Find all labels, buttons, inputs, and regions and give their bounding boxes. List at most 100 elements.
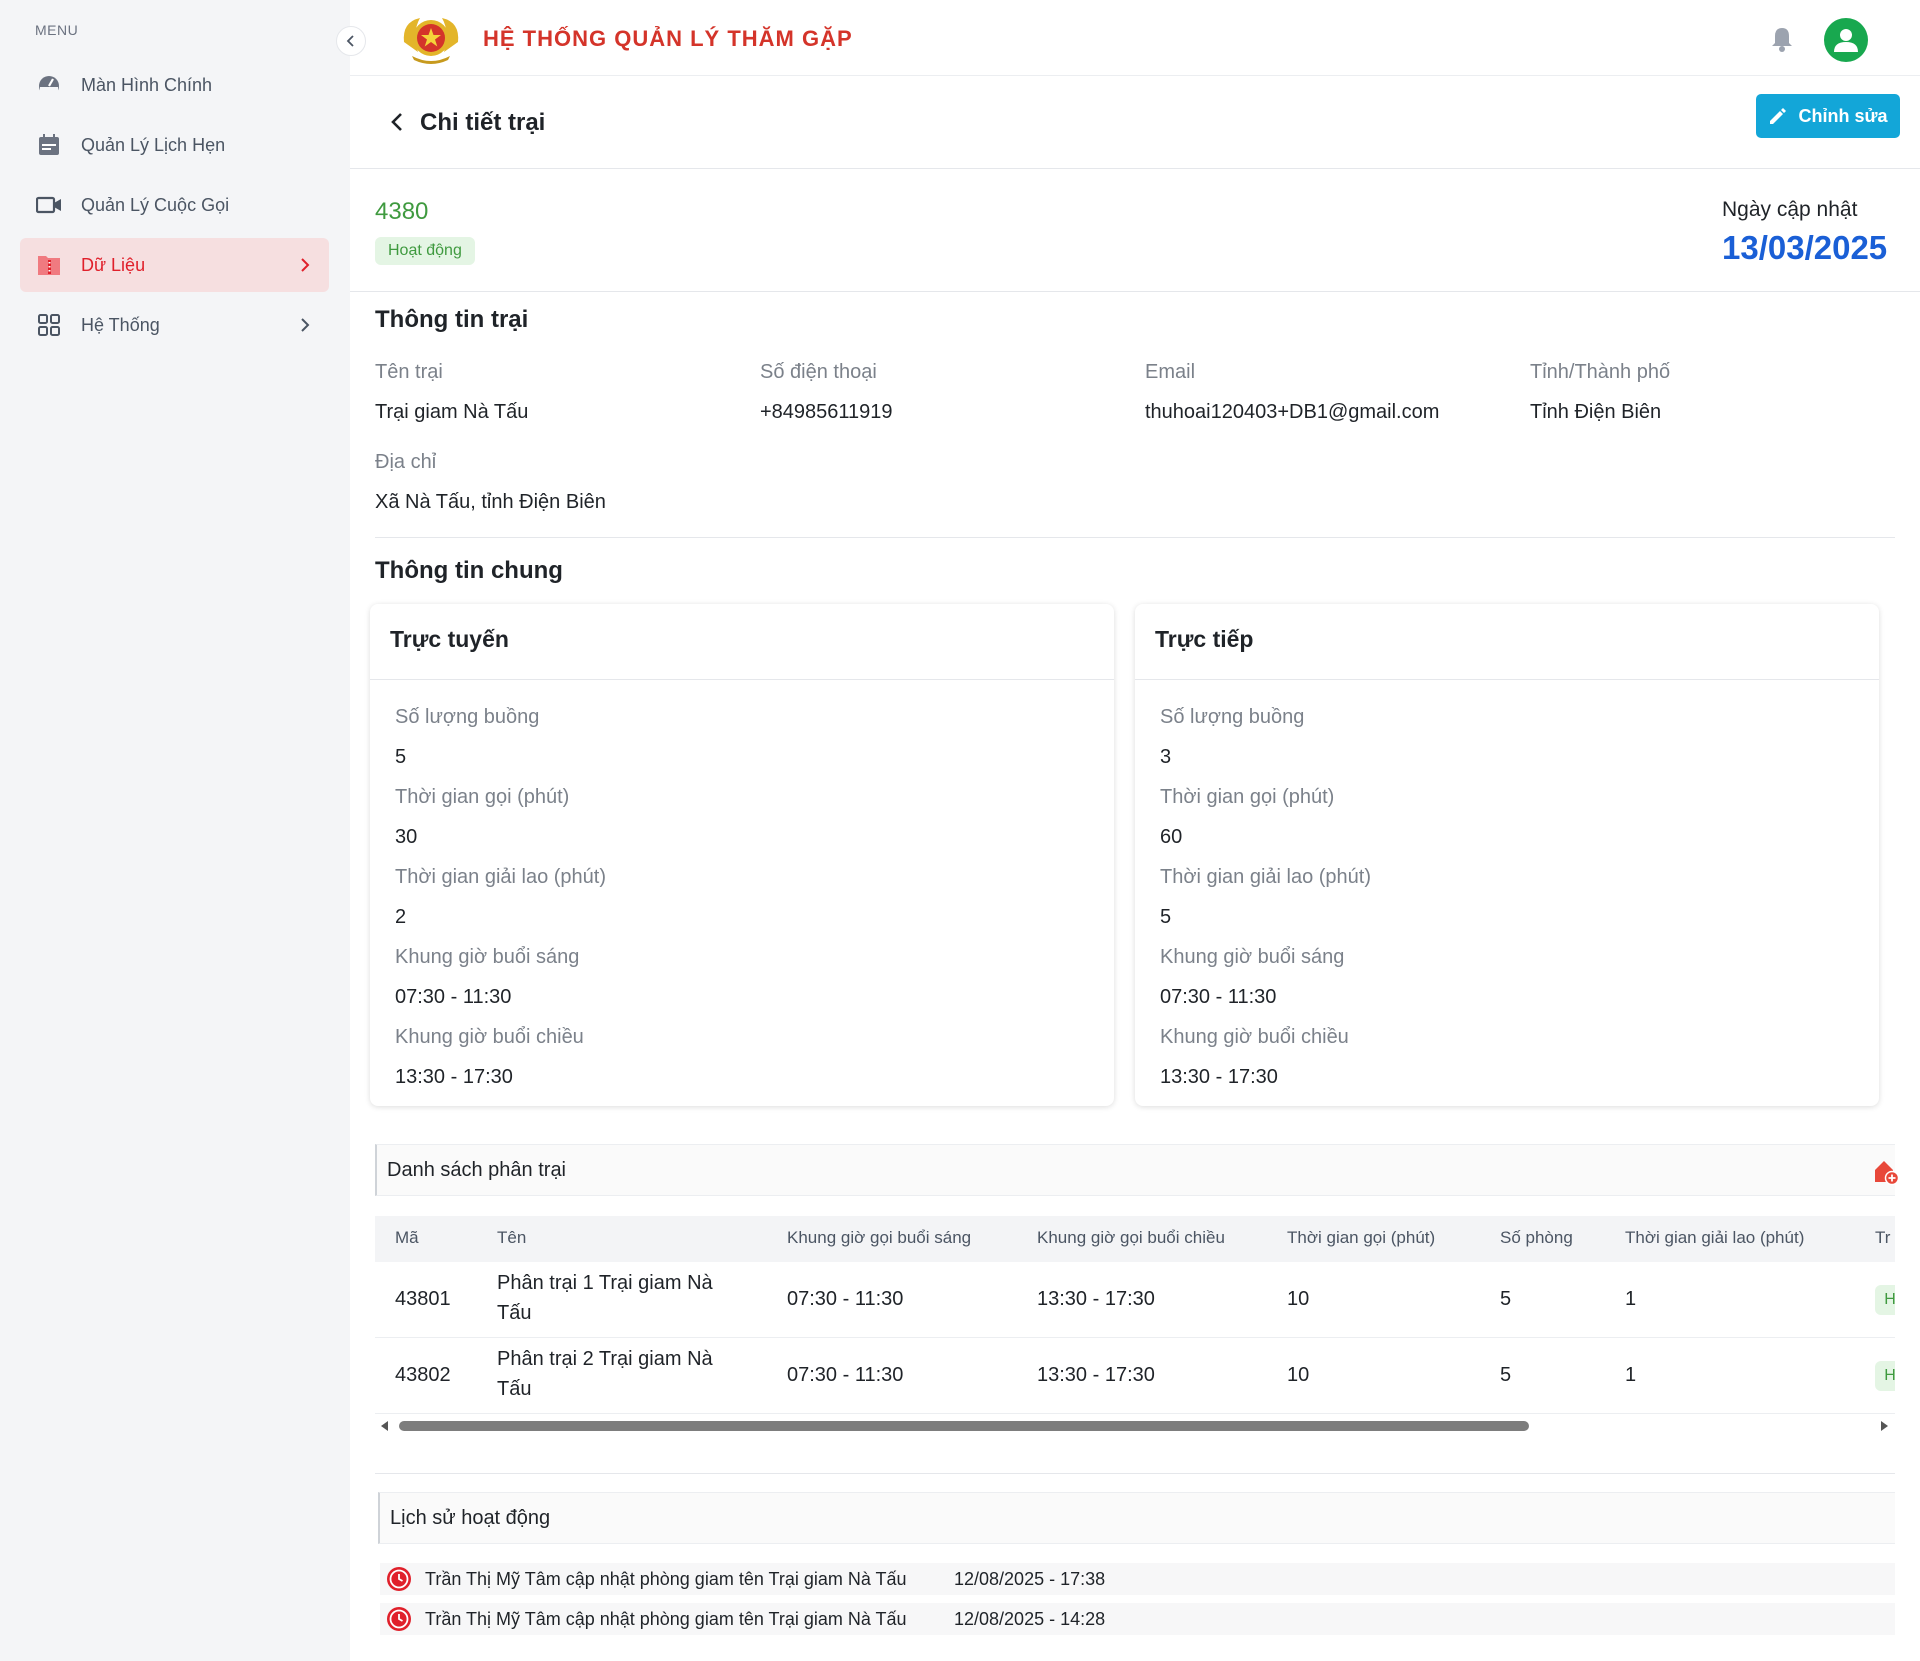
clock-icon	[387, 1567, 411, 1591]
break-time-label: Thời gian giải lao (phút)	[1160, 866, 1372, 888]
status-badge: Hoạt động	[375, 237, 475, 265]
cell-morning: 07:30 - 11:30	[787, 1364, 904, 1386]
calendar-icon	[36, 132, 62, 158]
online-card: Trực tuyến Số lượng buồng 5 Thời gian gọ…	[370, 604, 1114, 1106]
cell-rooms: 5	[1500, 1364, 1512, 1386]
cell-call-time: 10	[1287, 1288, 1310, 1310]
history-item: Trần Thị Mỹ Tâm cập nhật phòng giam tên …	[380, 1603, 1895, 1635]
history-text: Trần Thị Mỹ Tâm cập nhật phòng giam tên …	[425, 1569, 907, 1589]
column-header[interactable]: Thời gian giải lao (phút)	[1625, 1228, 1804, 1248]
sidebar-item-data[interactable]: Dữ Liệu	[20, 238, 329, 292]
sidebar-item-label: Hệ Thống	[81, 314, 160, 335]
add-building-icon[interactable]	[1872, 1158, 1900, 1186]
break-time-label: Thời gian giải lao (phút)	[395, 866, 607, 888]
rooms-label: Số lượng buồng	[1160, 706, 1305, 728]
history-title: Lịch sử hoạt động	[390, 1507, 551, 1529]
top-header: HỆ THỐNG QUẢN LÝ THĂM GẶP	[350, 0, 1920, 76]
user-icon	[1834, 29, 1858, 52]
morning-slot-value: 07:30 - 11:30	[1160, 986, 1277, 1008]
section-title-general-info: Thông tin chung	[375, 557, 563, 584]
column-header[interactable]: Mã	[395, 1228, 419, 1248]
camp-name-value: Trại giam Nà Tấu	[375, 401, 529, 423]
dashboard-icon	[36, 72, 62, 98]
afternoon-slot-value: 13:30 - 17:30	[1160, 1066, 1278, 1088]
divider	[375, 1473, 1895, 1474]
user-avatar[interactable]	[1824, 18, 1868, 62]
morning-slot-label: Khung giờ buổi sáng	[1160, 946, 1345, 968]
table-row[interactable]: 43802 Phân trại 2 Trại giam Nà Tấu 07:30…	[375, 1338, 1895, 1414]
direct-card: Trực tiếp Số lượng buồng 3 Thời gian gọi…	[1135, 604, 1879, 1106]
status-badge: H	[1875, 1285, 1895, 1315]
cell-afternoon: 13:30 - 17:30	[1037, 1364, 1155, 1386]
pencil-icon	[1770, 108, 1787, 124]
cell-break-time: 1	[1625, 1288, 1637, 1310]
scroll-right-arrow-icon[interactable]	[1878, 1420, 1890, 1432]
afternoon-slot-label: Khung giờ buổi chiều	[395, 1026, 584, 1048]
edit-button[interactable]: Chỉnh sửa	[1756, 94, 1900, 138]
divider	[375, 537, 1895, 538]
app-title: HỆ THỐNG QUẢN LÝ THĂM GẶP	[483, 26, 853, 51]
cell-call-time: 10	[1287, 1364, 1310, 1386]
scrollbar-thumb[interactable]	[399, 1421, 1529, 1431]
column-header[interactable]: Khung giờ gọi buổi sáng	[787, 1228, 971, 1248]
chevron-right-icon	[301, 318, 310, 332]
updated-date: 13/03/2025	[1722, 229, 1888, 266]
scroll-left-arrow-icon[interactable]	[379, 1420, 391, 1432]
rooms-value: 5	[395, 746, 407, 768]
section-title-camp-info: Thông tin trại	[375, 306, 529, 333]
subcamps-title: Danh sách phân trại	[387, 1159, 567, 1181]
bell-icon[interactable]	[1768, 25, 1796, 53]
page-header: Chi tiết trại Chỉnh sửa	[350, 76, 1920, 169]
break-time-value: 5	[1160, 906, 1172, 928]
rooms-label: Số lượng buồng	[395, 706, 540, 728]
chevron-left-icon	[346, 35, 354, 47]
back-arrow-icon[interactable]	[384, 108, 412, 136]
rooms-value: 3	[1160, 746, 1172, 768]
clock-icon	[387, 1607, 411, 1631]
history-time: 12/08/2025 - 17:38	[954, 1569, 1106, 1589]
camp-name-label: Tên trại	[375, 361, 443, 383]
cell-name: Phân trại 1 Trại giam Nà	[497, 1272, 713, 1294]
history-text: Trần Thị Mỹ Tâm cập nhật phòng giam tên …	[425, 1609, 907, 1629]
column-header[interactable]: Khung giờ gọi buổi chiều	[1037, 1228, 1225, 1248]
video-icon	[36, 192, 62, 218]
column-header[interactable]: Thời gian gọi (phút)	[1287, 1228, 1435, 1248]
table-row[interactable]: 43801 Phân trại 1 Trại giam Nà Tấu 07:30…	[375, 1262, 1895, 1338]
cell-name: Phân trại 2 Trại giam Nà	[497, 1348, 713, 1370]
main-content: Chi tiết trại Chỉnh sửa 4380 Hoạt động N…	[350, 76, 1920, 1661]
cell-afternoon: 13:30 - 17:30	[1037, 1288, 1155, 1310]
afternoon-slot-value: 13:30 - 17:30	[395, 1066, 513, 1088]
camp-code: 4380	[375, 198, 429, 225]
break-time-value: 2	[395, 906, 407, 928]
cell-rooms: 5	[1500, 1288, 1512, 1310]
column-header[interactable]: Tr	[1875, 1228, 1890, 1248]
subcamps-table: Mã Tên Khung giờ gọi buổi sáng Khung giờ…	[375, 1216, 1895, 1426]
call-time-value: 60	[1160, 826, 1183, 848]
divider	[370, 679, 1114, 680]
email-label: Email	[1145, 361, 1196, 383]
morning-slot-label: Khung giờ buổi sáng	[395, 946, 580, 968]
address-label: Địa chỉ	[375, 451, 437, 473]
column-header[interactable]: Tên	[497, 1228, 526, 1248]
page-title: Chi tiết trại	[420, 109, 546, 136]
folder-icon	[36, 252, 62, 278]
horizontal-scrollbar[interactable]	[375, 1416, 1895, 1436]
menu-title: MENU	[35, 22, 79, 38]
sidebar-nav: Màn Hình Chính Quản Lý Lịch Hẹn Quản Lý …	[20, 58, 329, 358]
sidebar-item-appointments[interactable]: Quản Lý Lịch Hẹn	[20, 118, 329, 172]
sidebar-item-label: Dữ Liệu	[81, 254, 146, 275]
card-title: Trực tuyến	[390, 626, 509, 652]
address-value: Xã Nà Tấu, tỉnh Điện Biên	[375, 491, 606, 513]
column-header[interactable]: Số phòng	[1500, 1228, 1573, 1248]
status-badge: H	[1875, 1361, 1895, 1391]
cell-morning: 07:30 - 11:30	[787, 1288, 904, 1310]
sidebar-item-label: Quản Lý Cuộc Gọi	[81, 194, 230, 215]
sidebar-collapse-button[interactable]	[336, 26, 366, 56]
sidebar-item-calls[interactable]: Quản Lý Cuộc Gọi	[20, 178, 329, 232]
sidebar-item-label: Màn Hình Chính	[81, 74, 213, 95]
sidebar-item-dashboard[interactable]: Màn Hình Chính	[20, 58, 329, 112]
subcamps-header: Danh sách phân trại	[375, 1144, 1900, 1196]
updated-label: Ngày cập nhật	[1722, 198, 1858, 221]
sidebar-item-system[interactable]: Hệ Thống	[20, 298, 329, 352]
sidebar-item-label: Quản Lý Lịch Hẹn	[81, 134, 226, 155]
